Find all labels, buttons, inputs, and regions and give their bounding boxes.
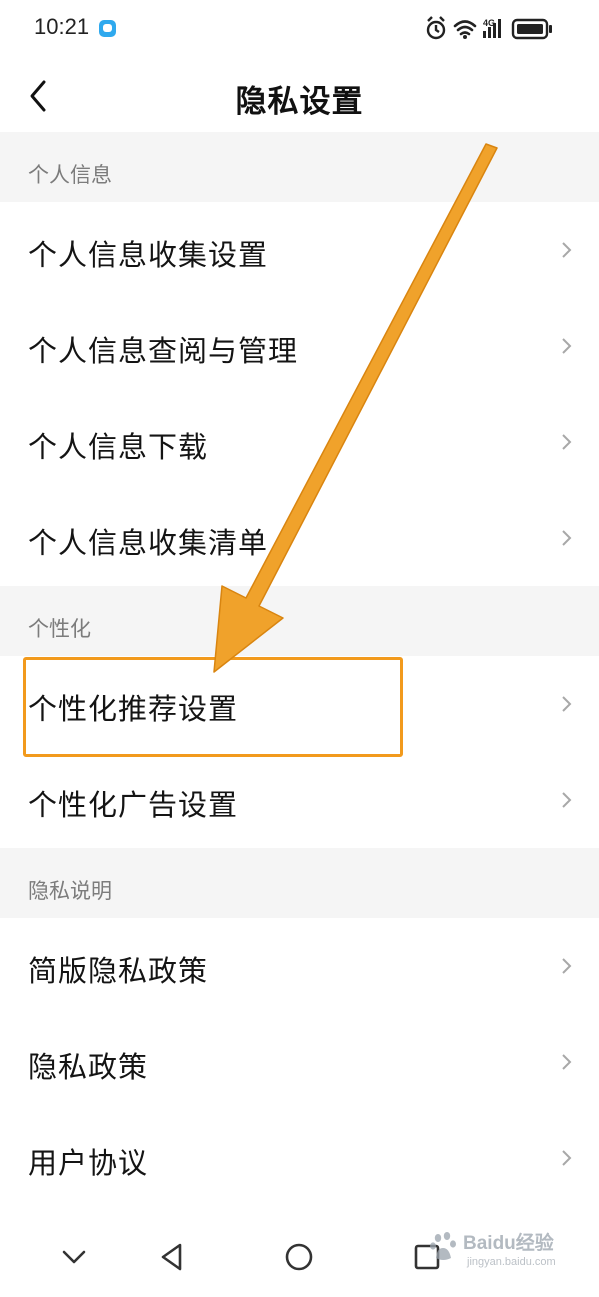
list-item-label: 个人信息查阅与管理 — [28, 334, 299, 368]
list-item-label: 个性化广告设置 — [28, 788, 239, 822]
list-item-label: 用户协议 — [28, 1146, 149, 1180]
chevron-down-icon[interactable] — [60, 1242, 88, 1272]
list-item-label: 个人信息收集清单 — [28, 526, 269, 560]
page-title: 隐私设置 — [235, 84, 364, 120]
message-notification-icon — [99, 20, 116, 37]
home-circle-icon[interactable] — [284, 1242, 314, 1272]
baidu-paw-icon — [430, 1232, 456, 1260]
highlight-box-annotation — [23, 657, 403, 757]
list-item-personalized-ad-settings[interactable]: 个性化广告设置 — [0, 752, 599, 848]
baidu-jingyan-watermark: Baidu经验 jingyan.baidu.com — [429, 1226, 569, 1282]
chevron-right-icon — [562, 1150, 572, 1166]
chevron-right-icon — [562, 434, 572, 450]
list-item-label: 隐私政策 — [28, 1050, 149, 1084]
section-title: 隐私说明 — [28, 879, 112, 903]
list-item-brief-privacy-policy[interactable]: 简版隐私政策 — [0, 918, 599, 1014]
list-item-personal-info-download[interactable]: 个人信息下载 — [0, 394, 599, 490]
app-header: 隐私设置 — [0, 60, 599, 132]
chevron-right-icon — [562, 792, 572, 808]
list-item-personal-info-collection-settings[interactable]: 个人信息收集设置 — [0, 202, 599, 298]
status-time: 10:21 — [34, 14, 90, 39]
chevron-right-icon — [562, 958, 572, 974]
list-item-privacy-policy[interactable]: 隐私政策 — [0, 1014, 599, 1110]
chevron-right-icon — [562, 1054, 572, 1070]
section-header-personal-info: 个人信息 — [0, 132, 599, 202]
chevron-right-icon — [562, 530, 572, 546]
list-item-label: 简版隐私政策 — [28, 954, 209, 988]
section-header-personalization: 个性化 — [0, 586, 599, 656]
section-header-privacy-info: 隐私说明 — [0, 848, 599, 918]
watermark-url: jingyan.baidu.com — [467, 1256, 556, 1268]
list-item-personal-info-collection-list[interactable]: 个人信息收集清单 — [0, 490, 599, 586]
list-item-label: 个人信息收集设置 — [28, 238, 269, 272]
section-title: 个性化 — [28, 617, 91, 641]
section-title: 个人信息 — [28, 163, 112, 187]
battery-icon — [511, 18, 552, 40]
back-triangle-icon[interactable] — [158, 1242, 186, 1272]
wifi-icon — [453, 20, 477, 36]
status-bar: 10:21 4G — [0, 0, 599, 60]
watermark-brand: Baidu经验 — [463, 1233, 554, 1254]
chevron-right-icon — [562, 338, 572, 354]
status-icons: 4G — [426, 16, 552, 40]
list-item-personal-info-view-manage[interactable]: 个人信息查阅与管理 — [0, 298, 599, 394]
alarm-icon — [426, 16, 446, 40]
list-item-label: 个人信息下载 — [28, 430, 209, 464]
chevron-right-icon — [562, 696, 572, 712]
chevron-right-icon — [562, 242, 572, 258]
list-item-user-agreement[interactable]: 用户协议 — [0, 1110, 599, 1206]
